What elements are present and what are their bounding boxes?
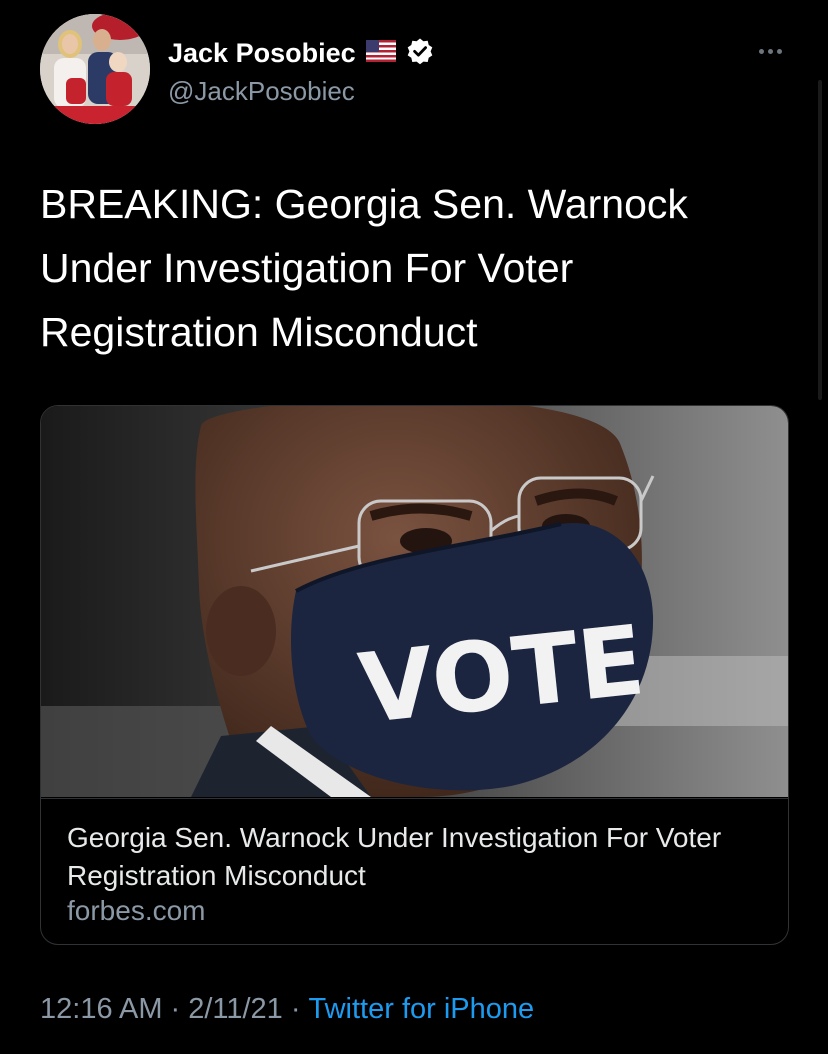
display-name[interactable]: Jack Posobiec	[168, 38, 356, 69]
tweet-time[interactable]: 12:16 AM	[40, 993, 163, 1025]
meta-separator: ·	[170, 993, 181, 1025]
more-dot-icon	[758, 48, 764, 54]
tweet-source-link[interactable]: Twitter for iPhone	[308, 993, 534, 1025]
avatar[interactable]	[40, 14, 150, 124]
verified-badge-icon	[406, 37, 434, 70]
name-row: Jack Posobiec	[168, 36, 434, 70]
tweet-meta: 12:16 AM · 2/11/21 · Twitter for iPhone	[40, 993, 534, 1026]
card-image: VOTE	[41, 406, 788, 797]
us-flag-icon	[365, 39, 396, 67]
more-dot-icon	[776, 48, 782, 54]
tweet-header: Jack Posobiec @JackPosobiec	[40, 14, 790, 128]
card-info: Georgia Sen. Warnock Under Investigation…	[41, 798, 788, 944]
scrollbar[interactable]	[818, 80, 822, 400]
avatar-photo	[40, 14, 150, 124]
card-title[interactable]: Georgia Sen. Warnock Under Investigation…	[67, 819, 767, 895]
more-options-button[interactable]	[750, 36, 790, 66]
user-handle[interactable]: @JackPosobiec	[168, 76, 355, 107]
card-domain: forbes.com	[67, 895, 206, 926]
link-card[interactable]: VOTE Georgia Sen. Warnock Under Investig…	[40, 405, 789, 945]
tweet-date[interactable]: 2/11/21	[188, 993, 283, 1025]
meta-separator: ·	[290, 993, 301, 1025]
more-dot-icon	[767, 48, 773, 54]
tweet-text: BREAKING: Georgia Sen. Warnock Under Inv…	[40, 181, 688, 355]
